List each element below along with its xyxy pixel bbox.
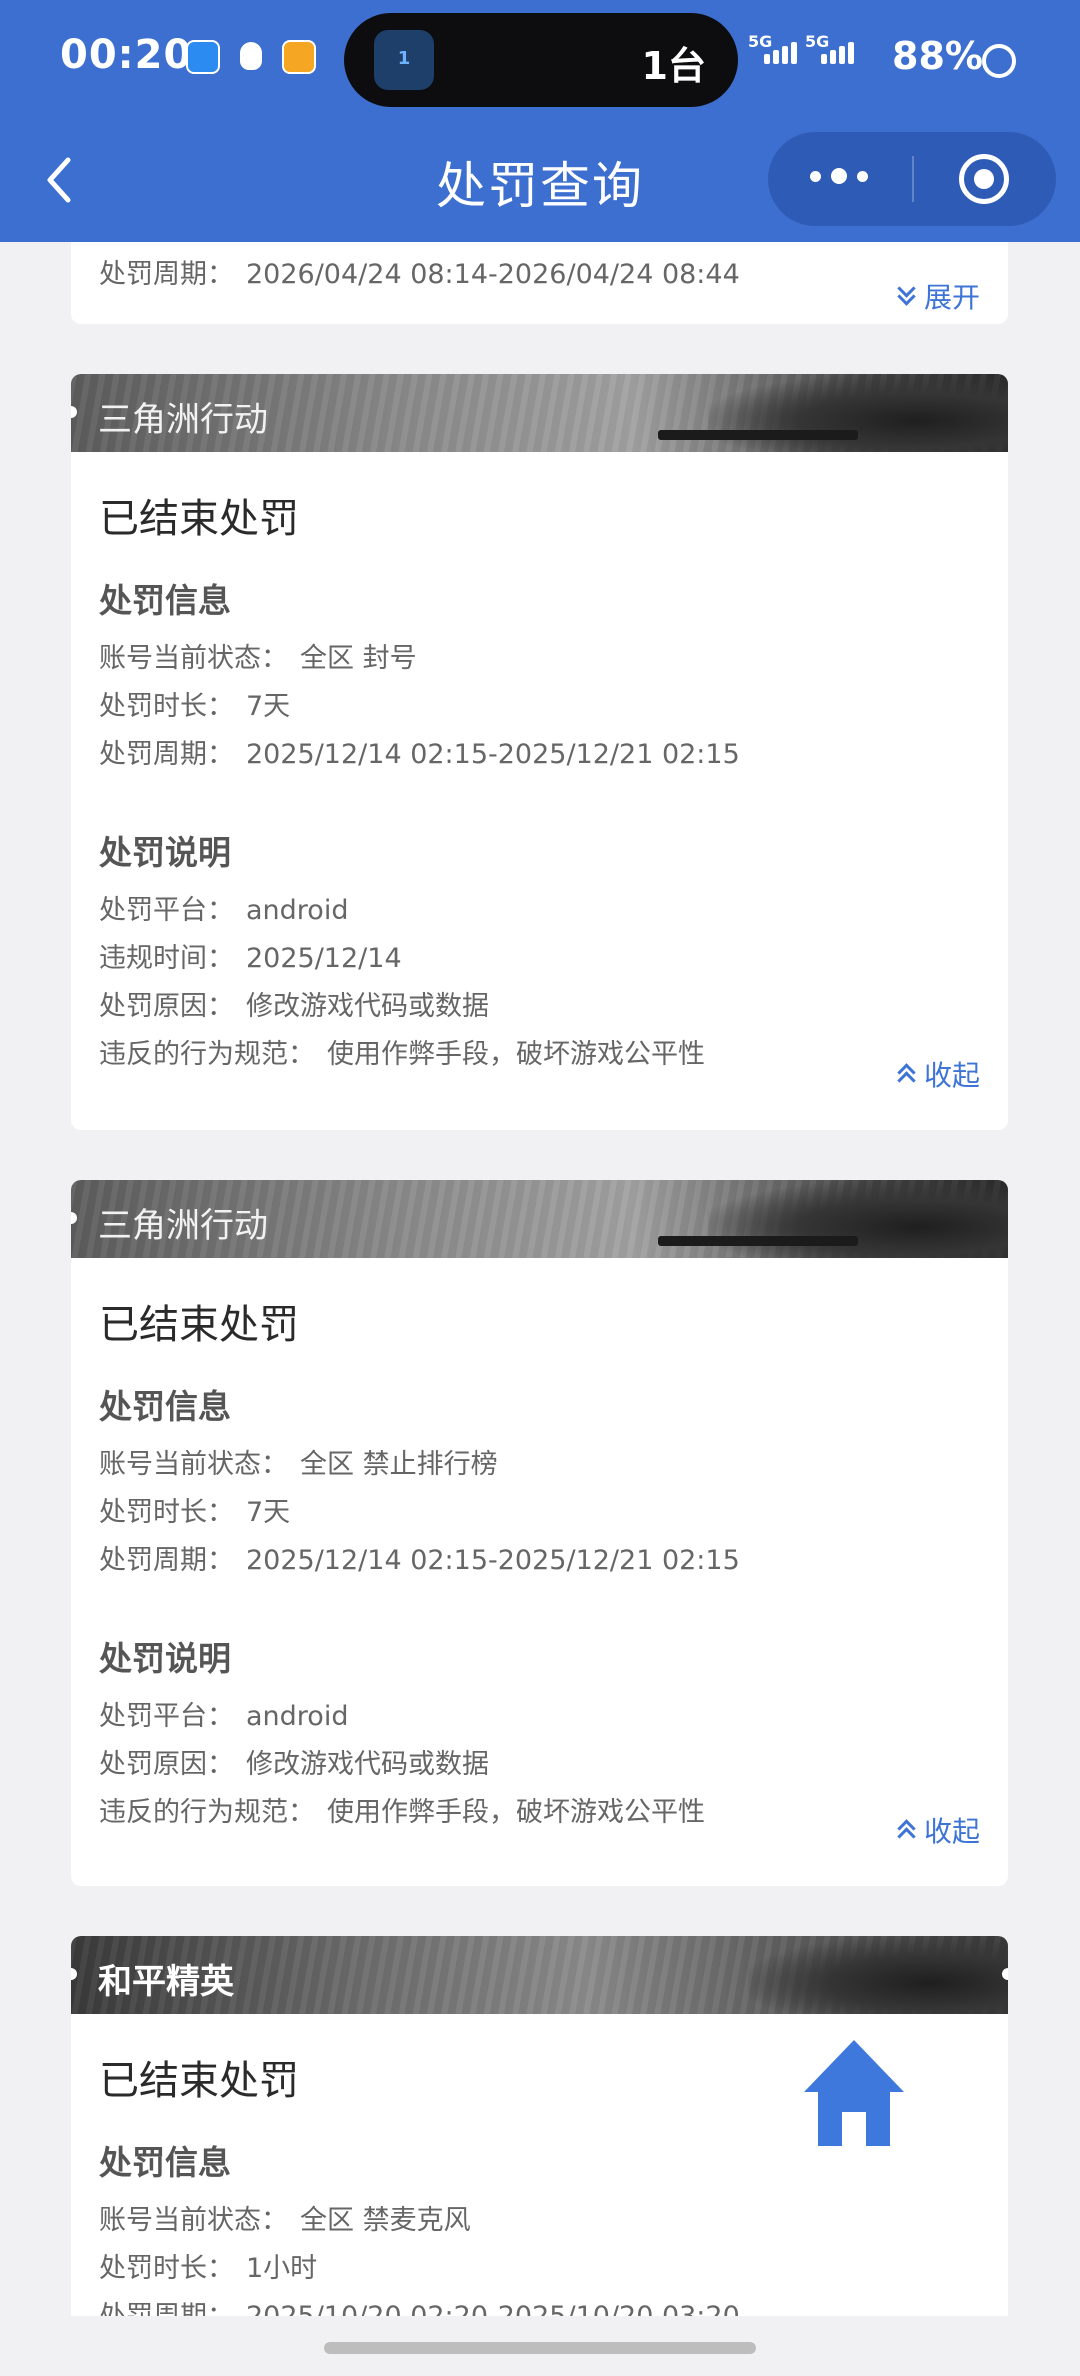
info-row: 账号当前状态： 全区 禁止排行榜 (99, 1449, 498, 1480)
info-row: 处罚周期： 2025/12/14 02:15-2025/12/21 02:15 (99, 1545, 740, 1576)
desc-row: 处罚平台： android (99, 1701, 349, 1732)
expand-button[interactable]: 展开 (896, 276, 980, 316)
status-time: 00:20 (60, 32, 193, 78)
desc-row: 处罚平台： android (99, 895, 349, 926)
punishment-card: 三角洲行动 已结束处罚 处罚信息 账号当前状态： 全区 封号 处罚时长： 7天 处罚… (71, 374, 1008, 1130)
signal-5g-2-icon: 5G (805, 32, 854, 64)
double-chevron-down-icon (896, 286, 916, 306)
info-row: 处罚时长： 7天 (99, 1497, 291, 1528)
game-name: 和平精英 (98, 1962, 234, 2002)
info-row: 处罚周期：2025/10/20 02:20-2025/10/20 03:20 (99, 2303, 980, 2316)
capsule-divider (912, 156, 914, 202)
notification-icons (186, 40, 316, 74)
game-banner: 和平精英 (71, 1936, 1008, 2014)
game-banner: 三角洲行动 (71, 374, 1008, 452)
punishment-card: 三角洲行动 已结束处罚 处罚信息 账号当前状态： 全区 禁止排行榜 处罚时长： 7天… (71, 1180, 1008, 1886)
game-name: 三角洲行动 (98, 400, 268, 440)
navigation-bar: 处罚查询 (0, 120, 1080, 242)
island-live-icon: 1 (374, 30, 434, 90)
collapse-button[interactable]: 收起 (896, 1810, 980, 1850)
camera-app-icon (282, 40, 316, 74)
section-title-desc: 处罚说明 (99, 833, 231, 872)
section-title-info: 处罚信息 (99, 581, 231, 620)
dynamic-island[interactable]: 1 1台 (344, 13, 738, 107)
battery-icon (982, 44, 1016, 78)
more-dots-icon[interactable] (810, 168, 868, 184)
desc-row: 违反的行为规范： 使用作弊手段，破坏游戏公平性 (99, 1797, 705, 1828)
top-header: 00:20 1 1台 5G 5G 88% 处罚查询 (0, 0, 1080, 242)
miniprogram-capsule (768, 132, 1056, 226)
battery-percent: 88% (892, 34, 983, 78)
home-icon[interactable] (800, 2036, 908, 2150)
qq-penguin-icon (234, 40, 268, 74)
period-row: 处罚周期： 2026/04/24 08:14-2026/04/24 08:44 (99, 259, 740, 290)
desc-row: 违反的行为规范： 使用作弊手段，破坏游戏公平性 (99, 1039, 705, 1070)
info-row: 账号当前状态： 全区 禁麦克风 (99, 2205, 471, 2236)
collapse-button[interactable]: 收起 (896, 1054, 980, 1094)
section-title-desc: 处罚说明 (99, 1639, 231, 1678)
signal-5g-1-icon: 5G (748, 32, 797, 64)
island-count: 1台 (641, 44, 706, 88)
double-chevron-up-icon (896, 1064, 916, 1084)
punishment-card-partial: 处罚周期： 2026/04/24 08:14-2026/04/24 08:44 展… (71, 242, 1008, 324)
info-row: 处罚周期： 2025/12/14 02:15-2025/12/21 02:15 (99, 739, 740, 770)
info-row: 账号当前状态： 全区 封号 (99, 643, 417, 674)
desc-row: 处罚原因： 修改游戏代码或数据 (99, 991, 489, 1022)
info-row: 处罚时长： 1小时 (99, 2253, 318, 2284)
status-bar: 00:20 1 1台 5G 5G 88% (0, 0, 1080, 120)
content-scroll[interactable]: 处罚周期： 2026/04/24 08:14-2026/04/24 08:44 展… (0, 242, 1080, 2316)
home-indicator[interactable] (324, 2342, 756, 2354)
section-title-info: 处罚信息 (99, 1387, 231, 1426)
signal-indicators: 5G 5G (748, 32, 854, 64)
punishment-status: 已结束处罚 (99, 496, 299, 542)
game-name: 三角洲行动 (98, 1206, 268, 1246)
banner-pin (1002, 1968, 1008, 1980)
info-row: 处罚时长： 7天 (99, 691, 291, 722)
desc-row: 处罚原因： 修改游戏代码或数据 (99, 1749, 489, 1780)
punishment-status: 已结束处罚 (99, 1302, 299, 1348)
desc-row: 违规时间： 2025/12/14 (99, 943, 402, 974)
double-chevron-up-icon (896, 1820, 916, 1840)
game-banner: 三角洲行动 (71, 1180, 1008, 1258)
target-icon[interactable] (959, 154, 1009, 204)
baidu-app-icon (186, 40, 220, 74)
